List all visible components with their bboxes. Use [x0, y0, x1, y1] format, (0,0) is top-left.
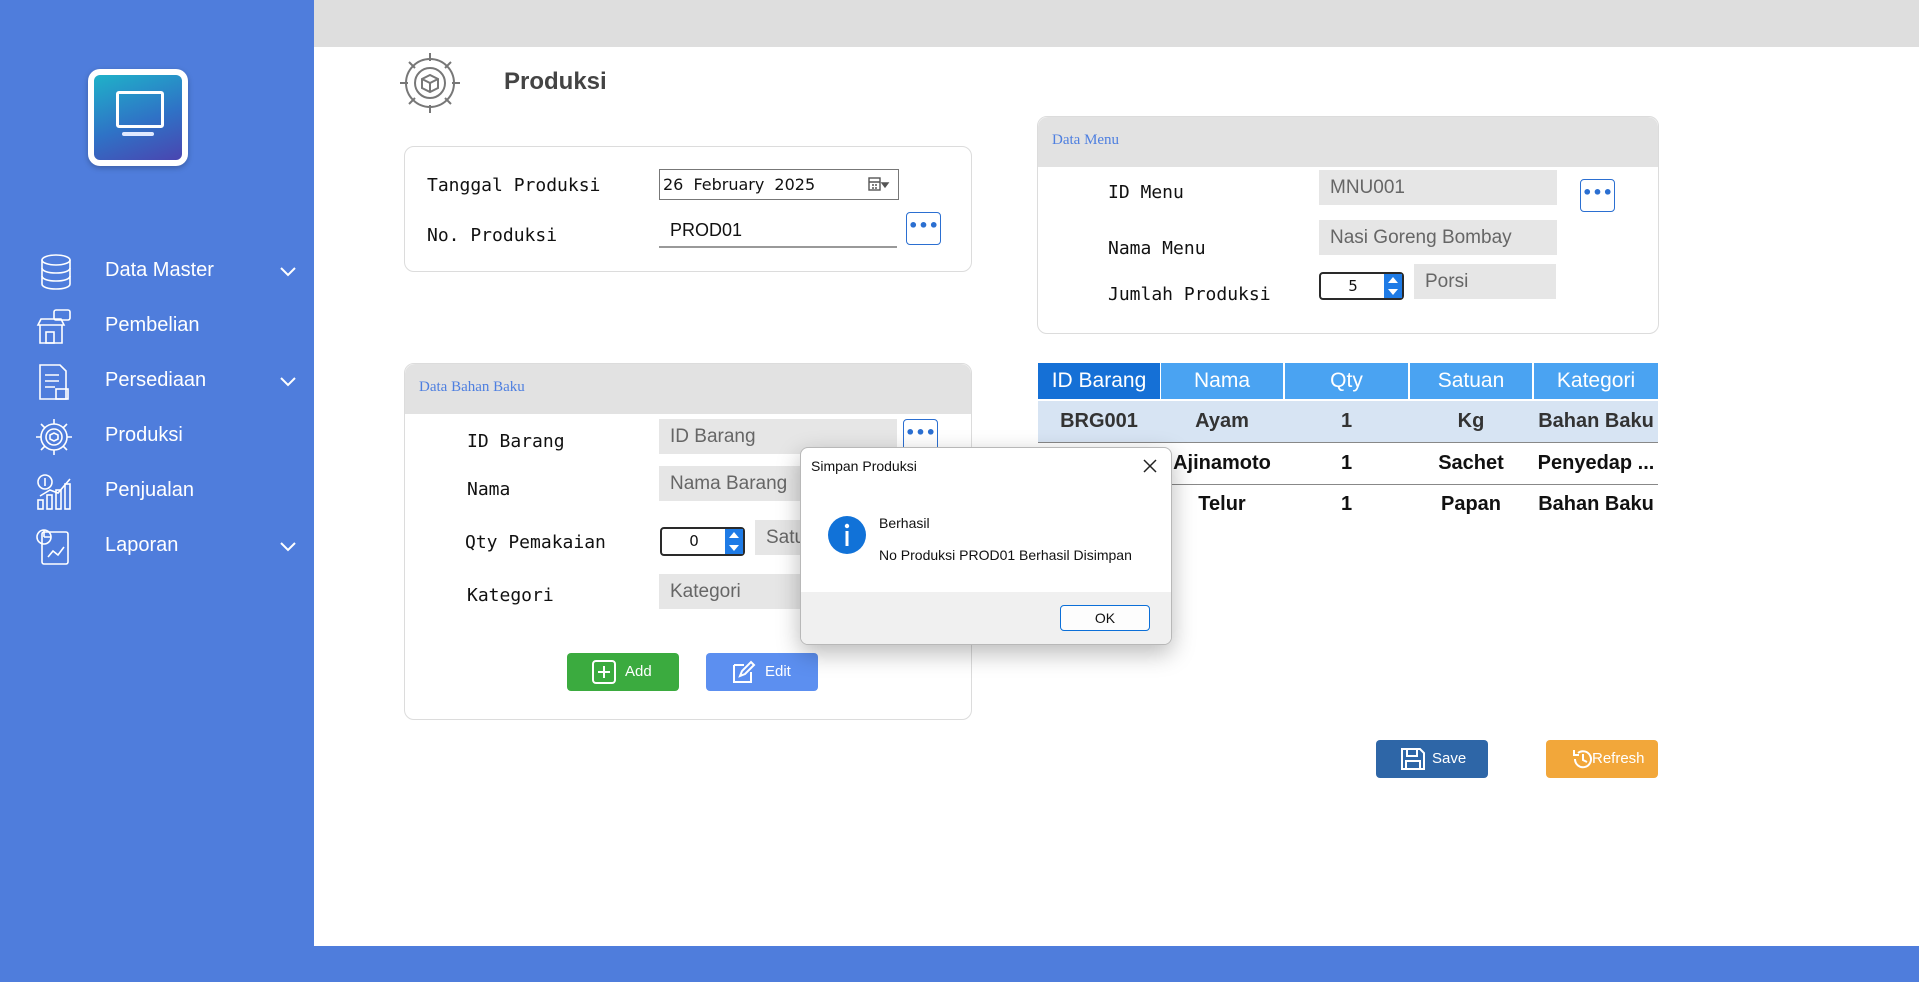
- material-id-label: ID Barang: [467, 431, 565, 452]
- save-button[interactable]: Save: [1376, 740, 1488, 778]
- add-button[interactable]: Add: [567, 653, 679, 691]
- menu-id-label: ID Menu: [1108, 182, 1184, 203]
- table-row[interactable]: BRG001 Ayam 1 Kg Bahan Baku: [1038, 401, 1658, 443]
- menu-id-field[interactable]: MNU001: [1319, 170, 1557, 205]
- refresh-button[interactable]: Refresh: [1546, 740, 1658, 778]
- sales-chart-icon: [37, 474, 71, 510]
- table-cell: Papan: [1440, 493, 1502, 515]
- material-name-label: Nama: [467, 479, 511, 500]
- save-success-dialog: Simpan Produksi Berhasil No Produksi PRO…: [800, 447, 1172, 645]
- material-qty-value: 0: [689, 532, 699, 550]
- production-date-picker[interactable]: 26 February 2025: [659, 169, 899, 200]
- inventory-document-icon: [39, 364, 69, 400]
- edit-button-label: Edit: [765, 663, 791, 680]
- table-cell: Ayam: [1195, 410, 1249, 432]
- store-buy-icon: [36, 309, 71, 344]
- table-header-cell[interactable]: Qty: [1285, 363, 1408, 399]
- sidebar-item-label: Laporan: [105, 534, 179, 556]
- menu-lookup-button[interactable]: •••: [1580, 179, 1615, 212]
- refresh-button-label: Refresh: [1592, 750, 1645, 767]
- app-logo: [88, 69, 188, 166]
- menu-name-field[interactable]: Nasi Goreng Bombay: [1319, 220, 1557, 255]
- gear-box-icon: [400, 53, 460, 113]
- menu-name-label: Nama Menu: [1108, 238, 1206, 259]
- table-cell: 1: [1340, 410, 1353, 432]
- add-button-label: Add: [625, 663, 652, 680]
- production-date-label: Tanggal Produksi: [427, 175, 601, 196]
- database-icon: [41, 254, 71, 290]
- table-header-cell[interactable]: ID Barang: [1038, 363, 1160, 399]
- table-cell: 1: [1340, 452, 1353, 474]
- sidebar-item-penjualan[interactable]: Penjualan: [0, 469, 314, 515]
- sidebar-item-data-master[interactable]: Data Master: [0, 249, 314, 295]
- menu-unit-field: Porsi: [1414, 264, 1556, 299]
- production-date-value: 26 February 2025: [663, 175, 816, 194]
- sidebar: Data Master Pembelian Persediaan Produks…: [0, 0, 314, 982]
- material-qty-label: Qty Pemakaian: [465, 532, 606, 553]
- edit-pencil-icon: [733, 660, 756, 683]
- stepper-arrows-icon[interactable]: [725, 529, 743, 554]
- production-lookup-button[interactable]: •••: [906, 212, 941, 245]
- floppy-disk-icon: [1401, 748, 1425, 770]
- dialog-title: Simpan Produksi: [811, 458, 917, 474]
- table-cell: Bahan Baku: [1538, 493, 1654, 515]
- ok-button[interactable]: OK: [1060, 605, 1150, 631]
- edit-button[interactable]: Edit: [706, 653, 818, 691]
- table-cell: Penyedap ...: [1537, 452, 1655, 474]
- sidebar-item-label: Persediaan: [105, 369, 207, 391]
- material-category-label: Kategori: [467, 585, 554, 606]
- menu-panel-title: Data Menu: [1052, 132, 1120, 148]
- gear-box-icon: [36, 419, 72, 455]
- sidebar-item-label: Data Master: [105, 259, 214, 281]
- production-number-label: No. Produksi: [427, 225, 558, 246]
- menu-qty-value: 5: [1348, 277, 1358, 295]
- table-cell: Kg: [1457, 410, 1485, 432]
- table-cell: Sachet: [1438, 452, 1504, 474]
- sidebar-item-persediaan[interactable]: Persediaan: [0, 359, 314, 405]
- dialog-footer: OK: [801, 592, 1171, 644]
- table-cell: Telur: [1198, 493, 1246, 515]
- table-cell: Bahan Baku: [1538, 410, 1654, 432]
- sidebar-item-pembelian[interactable]: Pembelian: [0, 304, 314, 350]
- page-title: Produksi: [504, 68, 607, 95]
- menu-qty-stepper[interactable]: 5: [1319, 272, 1404, 300]
- sidebar-item-label: Pembelian: [105, 314, 200, 336]
- sidebar-item-laporan[interactable]: Laporan: [0, 524, 314, 570]
- top-bar: [314, 0, 1919, 47]
- report-icon: [36, 529, 69, 565]
- production-number-field[interactable]: PROD01: [659, 213, 897, 248]
- menu-qty-label: Jumlah Produksi: [1108, 284, 1271, 305]
- table-header-cell[interactable]: Kategori: [1534, 363, 1658, 399]
- info-icon: [828, 516, 866, 554]
- chevron-down-icon: [280, 542, 296, 552]
- bottom-bar: [0, 946, 1919, 982]
- dialog-message: No Produksi PROD01 Berhasil Disimpan: [879, 547, 1132, 563]
- table-cell: BRG001: [1060, 410, 1138, 432]
- plus-box-icon: [592, 660, 616, 684]
- table-cell: 1: [1340, 493, 1353, 515]
- sidebar-item-label: Penjualan: [105, 479, 194, 501]
- stepper-arrows-icon[interactable]: [1384, 274, 1402, 298]
- save-button-label: Save: [1432, 750, 1467, 767]
- table-header-cell[interactable]: Satuan: [1410, 363, 1532, 399]
- material-qty-stepper[interactable]: 0: [660, 527, 745, 556]
- close-icon[interactable]: [1141, 457, 1159, 475]
- dialog-heading: Berhasil: [879, 515, 930, 531]
- material-panel-title: Data Bahan Baku: [419, 379, 525, 395]
- table-header-cell[interactable]: Nama: [1161, 363, 1283, 399]
- sidebar-item-label: Produksi: [105, 424, 183, 446]
- chevron-down-icon: [280, 377, 296, 387]
- chevron-down-icon: [280, 267, 296, 277]
- table-cell: Ajinamoto: [1173, 452, 1271, 474]
- production-panel: [404, 146, 972, 272]
- calendar-dropdown-icon[interactable]: [868, 176, 890, 194]
- sidebar-item-produksi[interactable]: Produksi: [0, 414, 314, 460]
